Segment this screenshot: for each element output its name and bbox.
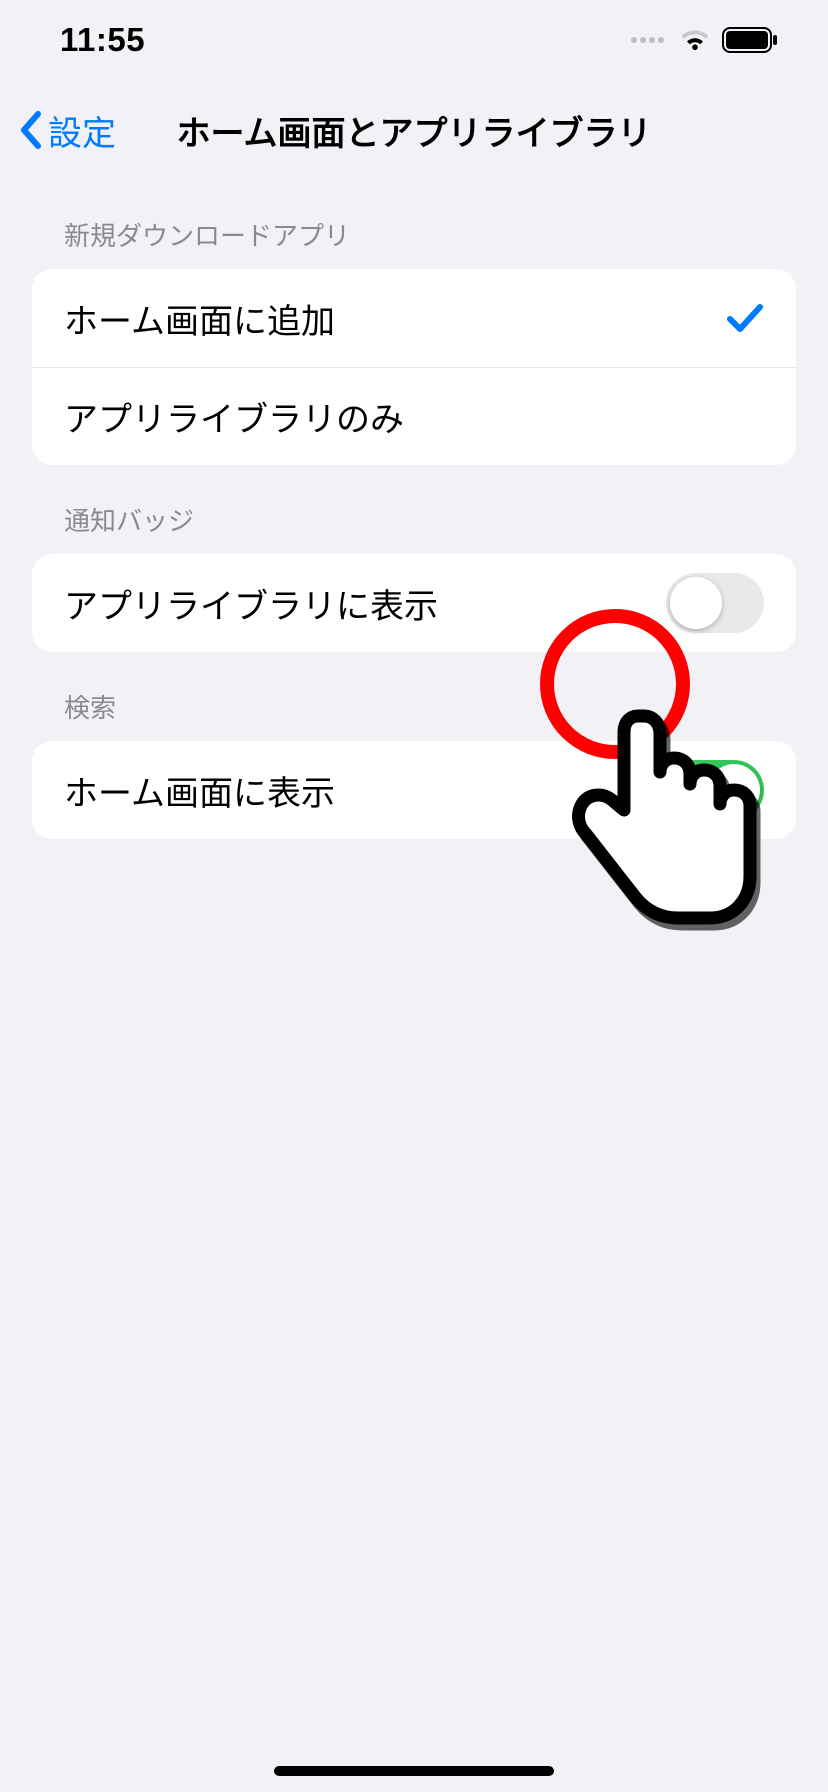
page-title: ホーム画面とアプリライブラリ	[0, 106, 828, 155]
section-header-search: 検索	[32, 688, 796, 741]
group-search: ホーム画面に表示	[32, 741, 796, 839]
row-show-in-app-library: アプリライブラリに表示	[32, 554, 796, 652]
section-header-badges: 通知バッジ	[32, 501, 796, 554]
row-label: アプリライブラリに表示	[64, 579, 438, 628]
status-icons	[631, 27, 778, 53]
group-downloads: ホーム画面に追加 アプリライブラリのみ	[32, 269, 796, 465]
toggle-show-in-app-library[interactable]	[666, 573, 764, 633]
cellular-dots-icon	[631, 37, 664, 43]
option-label: ホーム画面に追加	[64, 294, 335, 343]
home-indicator[interactable]	[274, 1766, 554, 1776]
status-time: 11:55	[60, 21, 145, 59]
chevron-left-icon	[18, 110, 42, 150]
wifi-icon	[678, 28, 712, 52]
section-notification-badges: 通知バッジ アプリライブラリに表示	[0, 501, 828, 652]
option-label: アプリライブラリのみ	[64, 392, 404, 441]
toggle-knob	[670, 577, 722, 629]
option-app-library-only[interactable]: アプリライブラリのみ	[32, 367, 796, 465]
checkmark-icon	[726, 301, 764, 335]
row-label: ホーム画面に表示	[64, 766, 335, 815]
section-new-downloads: 新規ダウンロードアプリ ホーム画面に追加 アプリライブラリのみ	[0, 216, 828, 465]
section-header-downloads: 新規ダウンロードアプリ	[32, 216, 796, 269]
row-show-on-home: ホーム画面に表示	[32, 741, 796, 839]
back-label: 設定	[48, 106, 116, 155]
status-bar: 11:55	[0, 0, 828, 80]
option-add-to-home[interactable]: ホーム画面に追加	[32, 269, 796, 367]
battery-icon	[722, 27, 778, 53]
toggle-knob	[708, 764, 760, 816]
group-badges: アプリライブラリに表示	[32, 554, 796, 652]
toggle-show-on-home[interactable]	[666, 760, 764, 820]
back-button[interactable]: 設定	[18, 106, 116, 155]
section-search: 検索 ホーム画面に表示	[0, 688, 828, 839]
nav-bar: 設定 ホーム画面とアプリライブラリ	[0, 80, 828, 180]
